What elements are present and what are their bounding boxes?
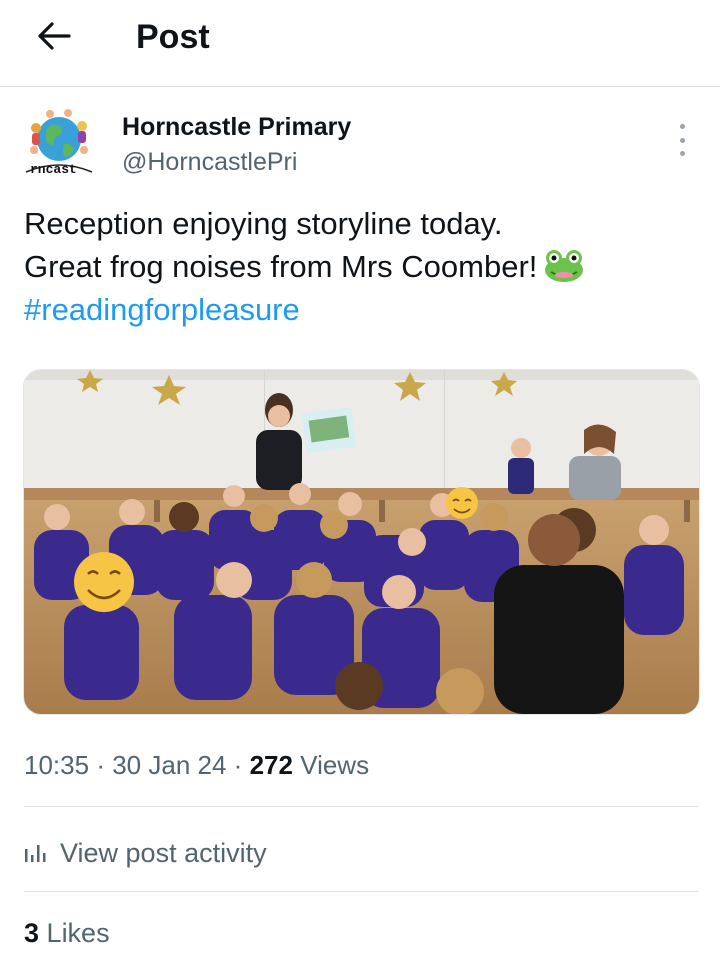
post-meta: 10:35 · 30 Jan 24 · 272 Views [24,750,369,781]
dot-icon [679,151,685,156]
post-text-line: Reception enjoying storyline today. [24,206,503,241]
author-handle[interactable]: @HorncastlePri [122,148,297,177]
view-post-activity-label: View post activity [60,837,267,868]
page-title: Post [136,18,210,56]
views-count: 272 [249,750,293,780]
dot-icon [679,124,685,129]
separator: · [233,750,243,780]
divider [24,891,698,892]
divider [24,806,698,807]
frog-emoji-icon [545,250,584,282]
more-options-button[interactable] [670,124,694,156]
likes-link[interactable]: 3 Likes [24,918,110,949]
post-time[interactable]: 10:35 [24,750,89,780]
avatar-label: rncast [30,162,77,177]
arrow-left-icon [38,22,71,50]
views-label: Views [300,750,370,780]
dot-icon [679,137,685,143]
analytics-icon [25,845,46,862]
hashtag-link[interactable]: #readingforpleasure [24,288,704,331]
post-text-line2: Great frog noises from Mrs Coomber! [24,249,538,284]
post-text: Reception enjoying storyline today. Grea… [24,202,704,331]
author-name[interactable]: Horncastle Primary [122,113,351,142]
separator: · [96,750,105,780]
back-button[interactable] [32,14,76,58]
post-photo[interactable] [23,369,700,715]
view-post-activity-button[interactable]: View post activity [24,833,267,873]
post-text-line: Great frog noises from Mrs Coomber! [24,245,704,288]
likes-count: 3 [24,918,40,948]
classroom-photo [24,370,699,714]
author-avatar[interactable]: rncast [22,106,96,184]
top-bar: Post [0,0,720,87]
post-date[interactable]: 30 Jan 24 [112,750,226,780]
likes-label: Likes [46,918,110,948]
